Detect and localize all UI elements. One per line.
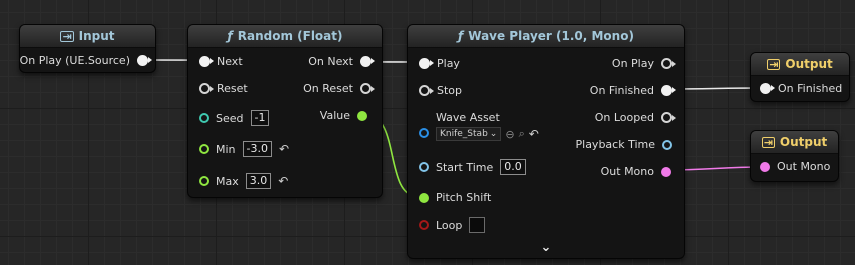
on-finished-pin[interactable] <box>661 85 676 96</box>
output-arrow-icon: ⇥ <box>767 57 781 71</box>
on-play-label: On Play (UE.Source) <box>19 54 130 67</box>
on-next-label: On Next <box>308 55 353 68</box>
on-play-exec-pin[interactable] <box>137 55 152 66</box>
pitch-shift-pin[interactable] <box>419 192 429 203</box>
start-time-pin[interactable] <box>419 162 429 172</box>
on-finished-in-pin[interactable] <box>760 83 775 94</box>
input-node-header[interactable]: ⇥ Input <box>20 25 155 48</box>
function-icon: ƒ <box>227 29 233 43</box>
next-exec-pin[interactable] <box>199 56 214 67</box>
on-reset-exec-pin[interactable] <box>360 83 375 94</box>
output-node-header[interactable]: ⇥ Output <box>751 131 838 154</box>
random-node-title: Random (Float) <box>237 29 343 43</box>
pitch-shift-label: Pitch Shift <box>436 191 492 204</box>
output-node-title: Output <box>785 57 833 71</box>
stop-exec-pin[interactable] <box>419 85 434 96</box>
loop-checkbox[interactable] <box>469 217 486 233</box>
loop-label: Loop <box>436 218 463 232</box>
min-pin[interactable] <box>199 144 209 154</box>
random-node-header[interactable]: ƒ Random (Float) <box>188 25 382 48</box>
clear-icon[interactable]: ⊖ <box>505 128 514 141</box>
value-label: Value <box>319 109 350 122</box>
on-finished-in-label: On Finished <box>778 82 843 95</box>
next-label: Next <box>217 55 243 68</box>
on-play-out-pin[interactable] <box>661 58 676 69</box>
output-node-finished[interactable]: ⇥ Output On Finished <box>750 52 850 102</box>
seed-label: Seed <box>216 111 244 125</box>
out-mono-pin[interactable] <box>661 166 671 177</box>
min-label: Min <box>216 142 236 156</box>
wave-player-node[interactable]: ƒ Wave Player (1.0, Mono) Play Stop Wave… <box>407 24 685 259</box>
on-reset-label: On Reset <box>303 82 353 95</box>
input-node[interactable]: ⇥ Input On Play (UE.Source) <box>19 24 156 73</box>
wave-asset-pin[interactable] <box>419 128 429 138</box>
wave-node-title: Wave Player (1.0, Mono) <box>468 29 634 43</box>
reset-exec-pin[interactable] <box>199 83 214 94</box>
seed-pin[interactable] <box>199 113 209 123</box>
on-looped-label: On Looped <box>594 111 654 124</box>
output-node-header[interactable]: ⇥ Output <box>751 53 849 76</box>
on-next-exec-pin[interactable] <box>360 56 375 67</box>
max-input[interactable]: 3.0 <box>245 173 272 189</box>
min-input[interactable]: -3.0 <box>242 141 272 157</box>
input-node-title: Input <box>78 29 115 43</box>
play-label: Play <box>437 57 460 70</box>
stop-label: Stop <box>437 84 463 97</box>
on-play-out-label: On Play <box>611 57 654 70</box>
out-mono-in-pin[interactable] <box>760 161 770 172</box>
start-time-input[interactable]: 0.0 <box>500 159 526 175</box>
start-time-label: Start Time <box>436 160 494 174</box>
reset-arrow-icon[interactable]: ↶ <box>279 142 289 156</box>
on-looped-pin[interactable] <box>661 112 676 123</box>
loop-pin[interactable] <box>419 220 429 230</box>
input-arrow-icon: ⇥ <box>60 29 74 43</box>
output-node-mono[interactable]: ⇥ Output Out Mono <box>750 130 839 182</box>
output-node-title: Output <box>779 135 828 149</box>
out-mono-in-label: Out Mono <box>777 160 831 173</box>
out-mono-label: Out Mono <box>600 165 654 178</box>
max-pin[interactable] <box>199 176 209 186</box>
reset-arrow-icon[interactable]: ↶ <box>529 127 539 141</box>
random-float-node[interactable]: ƒ Random (Float) Next Reset Seed -1 Min … <box>187 24 383 198</box>
output-arrow-icon: ⇥ <box>761 135 775 149</box>
function-icon: ƒ <box>458 29 464 43</box>
reset-label: Reset <box>217 82 248 95</box>
chevron-down-icon[interactable]: ⌄ <box>408 240 684 255</box>
max-label: Max <box>216 174 239 188</box>
on-finished-label: On Finished <box>589 84 654 97</box>
value-pin[interactable] <box>357 110 367 121</box>
playback-time-label: Playback Time <box>575 138 656 151</box>
playback-time-pin[interactable] <box>662 139 672 150</box>
reset-arrow-icon[interactable]: ↶ <box>278 174 288 188</box>
wave-asset-value: Knife_Stab <box>440 129 488 139</box>
search-icon[interactable]: ⌕ <box>519 127 525 141</box>
wave-node-header[interactable]: ƒ Wave Player (1.0, Mono) <box>408 25 684 48</box>
seed-input[interactable]: -1 <box>250 110 270 126</box>
play-exec-pin[interactable] <box>419 58 434 69</box>
chevron-down-icon: ⌄ <box>489 129 498 139</box>
wave-asset-dropdown[interactable]: Knife_Stab ⌄ <box>436 127 502 141</box>
wave-asset-label: Wave Asset <box>436 111 500 124</box>
